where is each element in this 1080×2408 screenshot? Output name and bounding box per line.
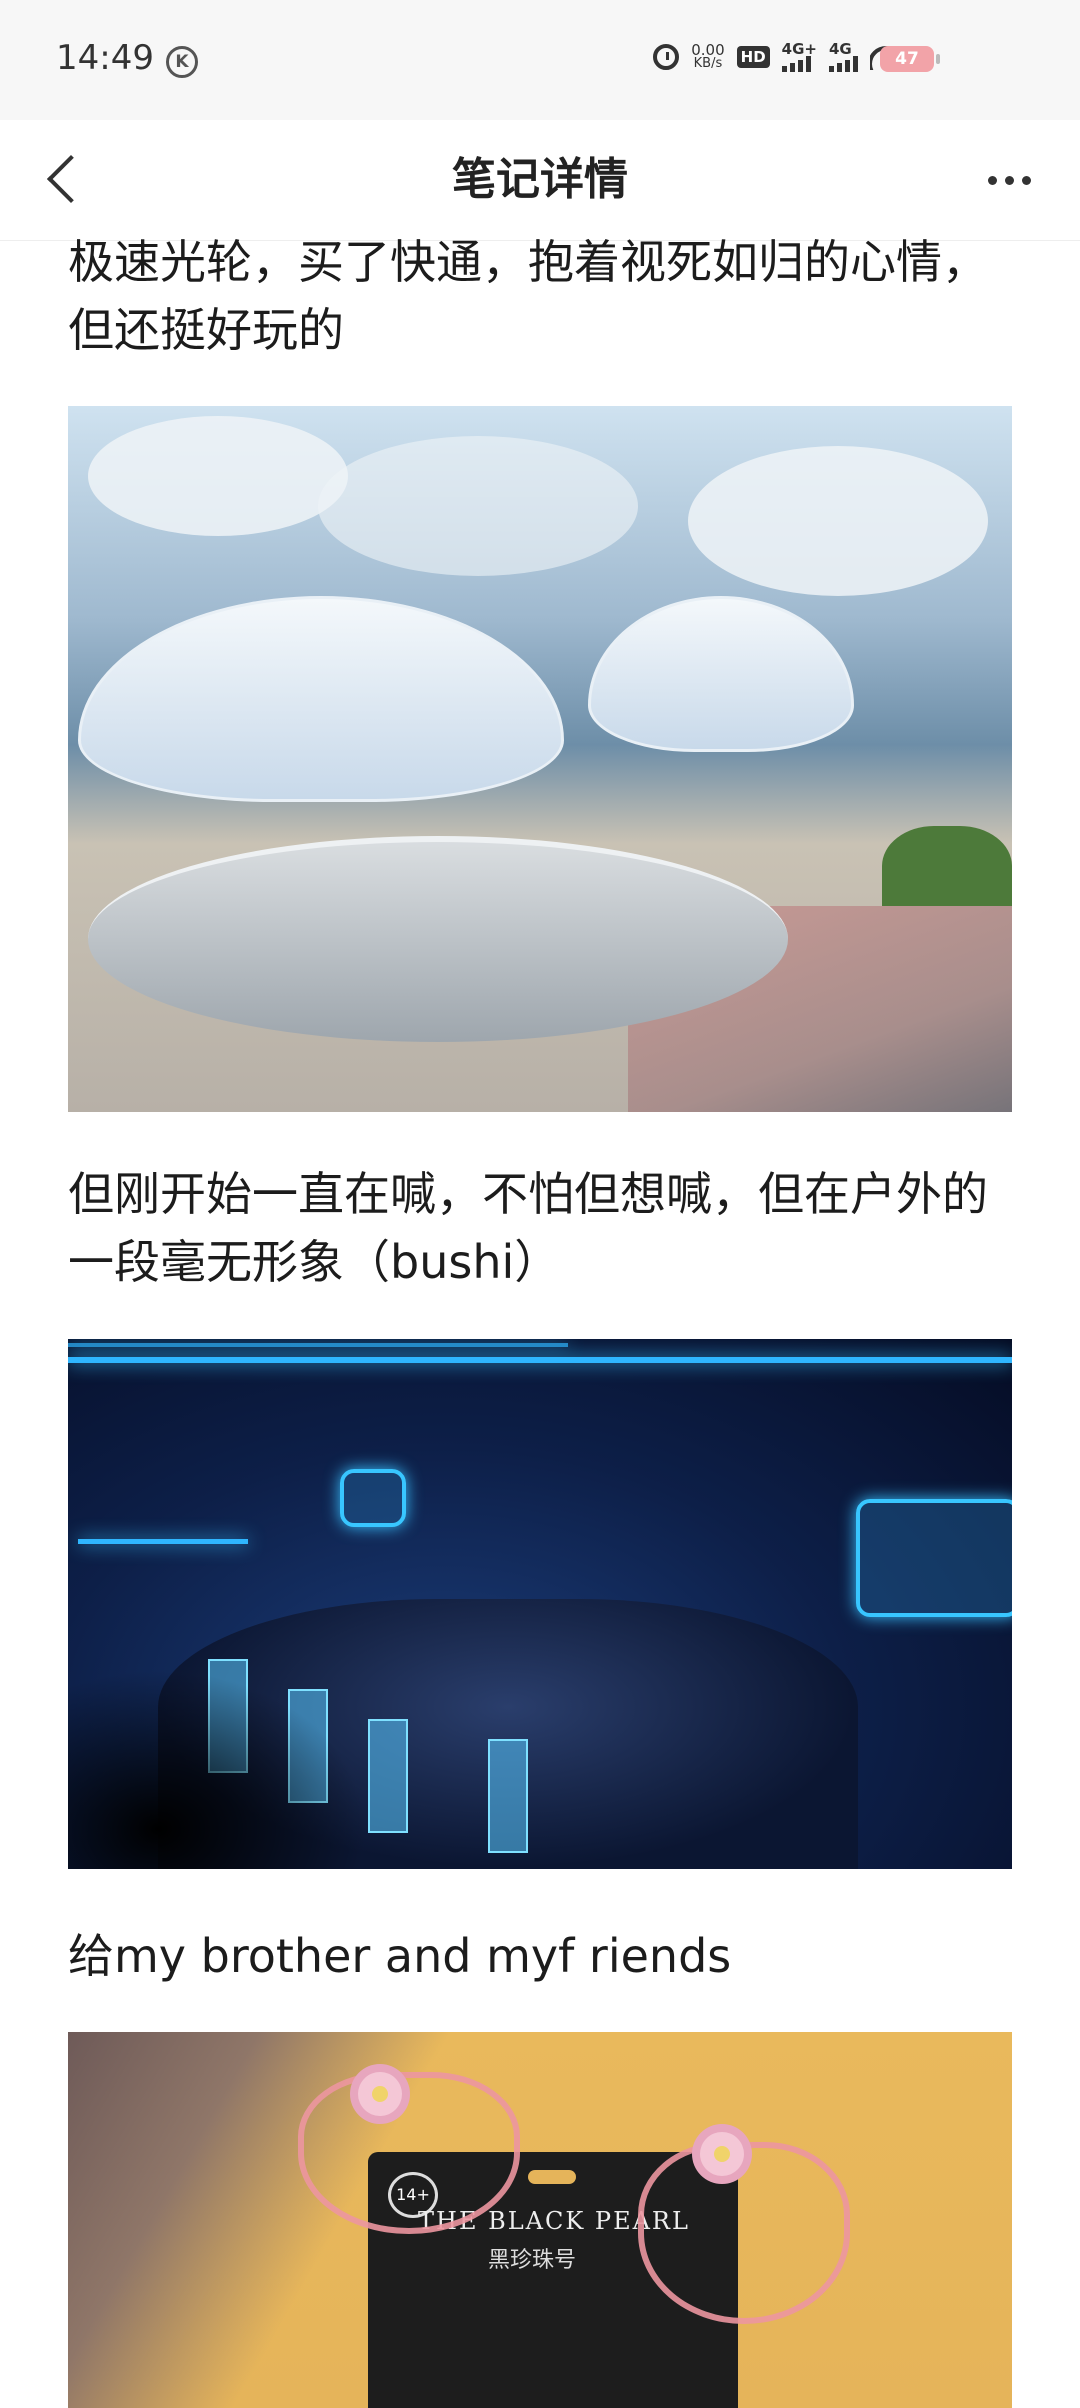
k-badge-icon: K (166, 46, 198, 78)
note-photo-ride-hall[interactable] (68, 1339, 1012, 1869)
network-speed: 0.00 KB/s (691, 41, 725, 71)
alarm-icon (653, 44, 680, 70)
battery-icon: 47 (880, 46, 940, 72)
note-photo-hair-clips[interactable]: 14+ THE BLACK PEARL 黑珍珠号 (68, 2032, 1012, 2408)
flower-decoration (700, 2132, 744, 2176)
back-button[interactable] (36, 148, 96, 212)
more-options-button[interactable] (974, 160, 1044, 200)
signal-sim1-icon: 4G+ (781, 42, 817, 72)
status-bar: 14:49 K 0.00 KB/s HD 4G+ 4G 47 (0, 0, 1080, 120)
status-icons: 0.00 KB/s HD 4G+ 4G (653, 42, 902, 72)
battery-indicator: 47 (880, 46, 940, 72)
note-paragraph-2: 但刚开始一直在喊，不怕但想喊，但在户外的一段毫无形象（bushi） (68, 1167, 988, 1289)
note-paragraph-1: 极速光轮，买了快通，抱着视死如归的心情，但还挺好玩的 (68, 235, 988, 357)
product-brand-cn: 黑珍珠号 (488, 2248, 577, 2273)
note-paragraph-3: 给my brother and myf riends (68, 1929, 732, 1983)
note-photo-tron-canopy[interactable] (68, 406, 1012, 1112)
page-title: 笔记详情 (452, 154, 628, 205)
hd-voice-icon: HD (736, 46, 770, 68)
clock: 14:49 (56, 38, 154, 78)
top-nav-bar: 笔记详情 (0, 120, 1080, 241)
flower-decoration (358, 2072, 402, 2116)
signal-sim2-icon: 4G (829, 42, 858, 72)
